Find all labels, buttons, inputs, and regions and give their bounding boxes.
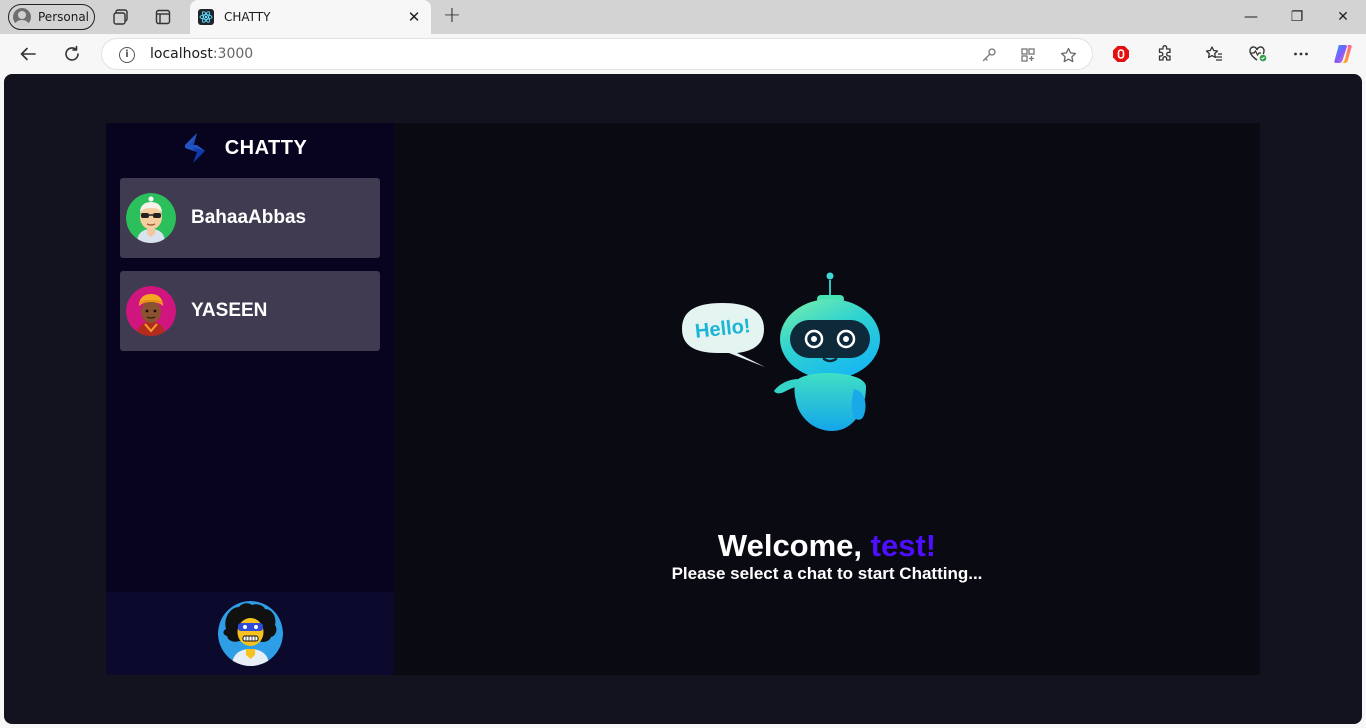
- tab-title: CHATTY: [224, 10, 271, 24]
- restore-button[interactable]: ❐: [1274, 0, 1320, 34]
- browser-toolbar: i localhost:3000: [0, 34, 1366, 74]
- more-menu-icon[interactable]: [1290, 43, 1312, 65]
- favorites-icon[interactable]: [1203, 43, 1225, 65]
- welcome-username: test!: [870, 528, 937, 563]
- tab-close-icon[interactable]: ✕: [406, 9, 422, 25]
- extensions-icon[interactable]: [1154, 43, 1176, 65]
- back-button[interactable]: [17, 43, 39, 65]
- contact-avatar: [126, 193, 176, 243]
- contact-item[interactable]: YASEEN: [120, 271, 380, 351]
- profile-avatar-icon: [13, 8, 31, 26]
- profile-label: Personal: [38, 10, 90, 24]
- tab-actions-icon[interactable]: [153, 7, 173, 27]
- welcome-subtitle: Please select a chat to start Chatting..…: [671, 564, 983, 583]
- brand-name: CHATTY: [224, 136, 308, 159]
- brand-header: CHATTY: [106, 131, 394, 165]
- welcome-heading: Welcome, test!: [717, 528, 937, 563]
- copilot-icon[interactable]: [1332, 43, 1354, 65]
- immersive-reader-icon[interactable]: [1019, 46, 1037, 64]
- key-icon[interactable]: [980, 46, 998, 64]
- refresh-button[interactable]: [61, 43, 83, 65]
- tab-chatty[interactable]: CHATTY ✕: [190, 0, 431, 34]
- browser-tab-strip: Personal CHATTY ✕ + — ❐ ✕: [0, 0, 1366, 34]
- contacts-sidebar: CHATTY BahaaAbbas YASEEN: [106, 123, 394, 675]
- address-bar[interactable]: i localhost:3000: [101, 38, 1093, 70]
- workspaces-icon[interactable]: [111, 7, 131, 27]
- new-tab-button[interactable]: +: [441, 5, 463, 27]
- browser-essentials-icon[interactable]: [1247, 43, 1269, 65]
- current-user-panel: [106, 592, 394, 675]
- contact-item[interactable]: BahaaAbbas: [120, 178, 380, 258]
- robot-hello-illustration: Hello!: [682, 272, 880, 431]
- site-info-icon[interactable]: i: [119, 47, 135, 63]
- url-text[interactable]: localhost:3000: [150, 46, 253, 62]
- profile-button[interactable]: Personal: [8, 4, 95, 30]
- chatty-logo-icon: [184, 133, 205, 163]
- chat-app: CHATTY BahaaAbbas YASEEN Hello! Welcome,…: [106, 123, 1260, 675]
- contact-name: YASEEN: [191, 300, 268, 321]
- favorite-star-icon[interactable]: [1059, 46, 1077, 64]
- adblock-extension-icon[interactable]: [1110, 43, 1132, 65]
- minimize-button[interactable]: —: [1228, 0, 1274, 34]
- page-viewport: CHATTY BahaaAbbas YASEEN Hello! Welcome,…: [4, 74, 1362, 724]
- contact-name: BahaaAbbas: [191, 207, 307, 228]
- current-user-avatar[interactable]: [217, 601, 283, 666]
- contact-avatar: [126, 286, 176, 336]
- close-window-button[interactable]: ✕: [1320, 0, 1366, 34]
- welcome-panel: Hello! Welcome, test! Please select a ch…: [394, 123, 1260, 675]
- react-icon: [198, 9, 214, 25]
